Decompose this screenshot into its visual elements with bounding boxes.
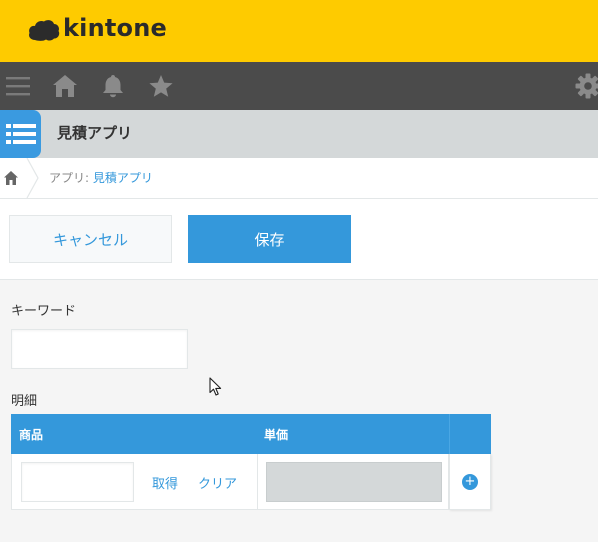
keyword-input[interactable] bbox=[11, 329, 188, 369]
breadcrumb-prefix: アプリ: bbox=[49, 171, 93, 185]
add-row-button[interactable]: + bbox=[462, 473, 478, 490]
clear-button[interactable]: クリア bbox=[198, 473, 237, 492]
keyword-label: キーワード bbox=[11, 304, 77, 319]
app-title: 見積アプリ bbox=[57, 124, 133, 142]
brand-bar: kintone bbox=[0, 0, 598, 62]
table-row: 取得 クリア bbox=[11, 454, 449, 510]
price-field bbox=[266, 462, 442, 502]
list-icon bbox=[5, 124, 36, 144]
menu-icon bbox=[6, 77, 30, 96]
column-header-price: 単価 bbox=[264, 428, 289, 442]
form-toolbar: キャンセル 保存 bbox=[0, 199, 598, 280]
menu-button[interactable] bbox=[0, 62, 40, 110]
table-header: 商品 単価 bbox=[11, 414, 449, 454]
breadcrumb-app-link[interactable]: 見積アプリ bbox=[93, 171, 153, 185]
app-icon[interactable] bbox=[0, 110, 41, 158]
star-icon bbox=[149, 75, 173, 97]
product-input[interactable] bbox=[21, 462, 134, 502]
fetch-button[interactable]: 取得 bbox=[152, 473, 178, 492]
mouse-cursor-icon bbox=[209, 377, 222, 396]
table-header-action bbox=[449, 414, 491, 454]
row-actions: + bbox=[449, 454, 491, 510]
settings-button[interactable] bbox=[566, 62, 598, 110]
home-icon[interactable] bbox=[3, 170, 19, 186]
gear-icon bbox=[575, 73, 598, 99]
breadcrumb-separator-icon bbox=[26, 158, 39, 198]
cancel-button[interactable]: キャンセル bbox=[9, 215, 172, 263]
home-icon bbox=[53, 75, 77, 97]
breadcrumb: アプリ: 見積アプリ bbox=[0, 158, 598, 199]
app-header: 見積アプリ bbox=[0, 110, 598, 158]
save-button[interactable]: 保存 bbox=[188, 215, 351, 263]
notification-button[interactable] bbox=[91, 62, 135, 110]
bell-icon bbox=[103, 75, 123, 98]
favorites-button[interactable] bbox=[139, 62, 183, 110]
breadcrumb-path: アプリ: 見積アプリ bbox=[49, 169, 153, 186]
home-button[interactable] bbox=[43, 62, 87, 110]
detail-label: 明細 bbox=[11, 394, 38, 409]
global-nav bbox=[0, 62, 598, 110]
column-divider bbox=[257, 454, 258, 510]
brand-name: kintone bbox=[63, 14, 167, 42]
column-header-product: 商品 bbox=[19, 428, 44, 442]
kintone-logo-icon bbox=[29, 20, 60, 41]
